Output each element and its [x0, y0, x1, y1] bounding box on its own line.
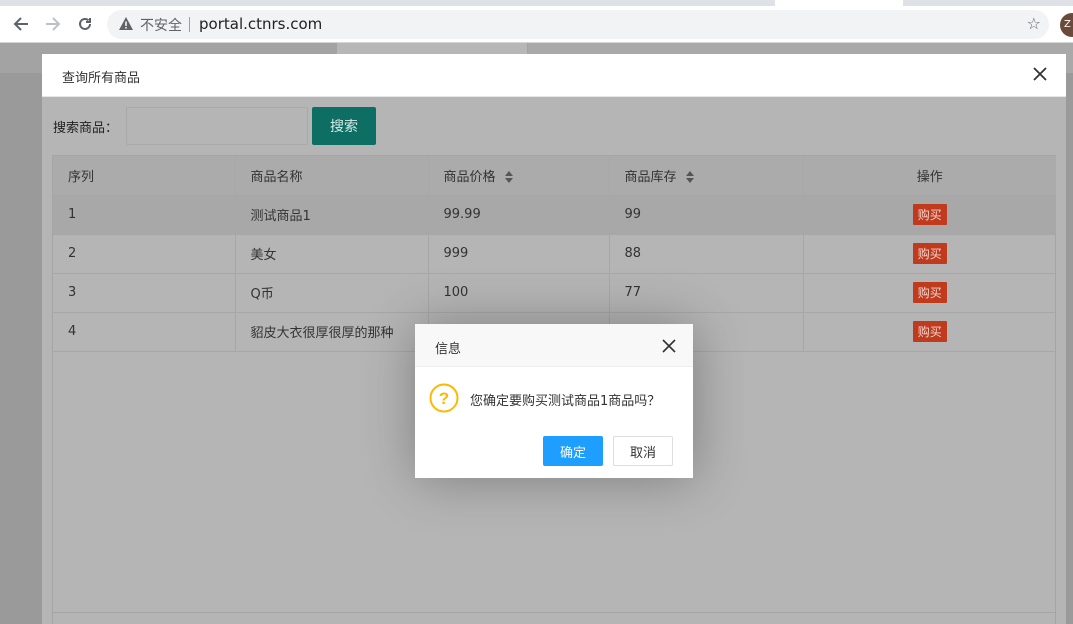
- cell-price: 99.99: [428, 195, 610, 235]
- dialog-title: 信息: [435, 342, 462, 357]
- cell-index: 3: [53, 273, 236, 313]
- cell-price: 999: [428, 234, 610, 274]
- dialog-header: 信息: [415, 324, 693, 367]
- security-label: 不安全: [140, 18, 182, 34]
- cell-index: 4: [53, 312, 236, 352]
- reload-icon[interactable]: [73, 12, 97, 36]
- cell-name: 貂皮大衣很厚很厚的那种: [235, 312, 429, 352]
- dialog-message: 您确定要购买测试商品1商品吗？: [470, 394, 661, 409]
- question-icon: ?: [429, 383, 459, 413]
- table-row: 1 测试商品1 99.99 99 购买: [53, 195, 1056, 235]
- cell-index: 1: [53, 195, 236, 235]
- url-text[interactable]: portal.ctnrs.com: [199, 15, 322, 33]
- confirm-dialog: 信息 ? 您确定要购买测试商品1商品吗？ 确定 取消: [415, 324, 693, 478]
- close-icon[interactable]: [1030, 64, 1050, 84]
- search-input[interactable]: [126, 107, 308, 145]
- cancel-button[interactable]: 取消: [613, 436, 673, 466]
- sort-icon[interactable]: [504, 171, 514, 184]
- column-header-index: 序列: [53, 156, 236, 196]
- forward-arrow-icon[interactable]: [41, 12, 65, 36]
- modal-header: 查询所有商品: [42, 54, 1066, 97]
- table-row: 2 美女 999 88 购买: [53, 234, 1056, 274]
- cell-stock: 77: [609, 273, 804, 313]
- cell-action: 购买: [803, 312, 1056, 352]
- pagination-divider: [53, 612, 1056, 613]
- buy-button[interactable]: 购买: [912, 243, 947, 264]
- sort-icon[interactable]: [685, 171, 695, 184]
- cell-stock: 88: [609, 234, 804, 274]
- back-arrow-icon[interactable]: [9, 12, 33, 36]
- cell-price: 100: [428, 273, 610, 313]
- buy-button[interactable]: 购买: [912, 204, 947, 225]
- search-button[interactable]: 搜索: [312, 107, 376, 145]
- modal-title: 查询所有商品: [62, 71, 141, 86]
- confirm-button[interactable]: 确定: [543, 436, 603, 466]
- svg-text:?: ?: [439, 389, 449, 408]
- column-header-action: 操作: [803, 156, 1056, 196]
- column-header-name: 商品名称: [235, 156, 429, 196]
- buy-button[interactable]: 购买: [912, 321, 947, 342]
- address-bar[interactable]: 不安全 portal.ctnrs.com ☆: [107, 10, 1049, 39]
- table-row: 3 Q币 100 77 购买: [53, 273, 1056, 313]
- cell-stock: 99: [609, 195, 804, 235]
- cell-action: 购买: [803, 195, 1056, 235]
- search-label: 搜索商品：: [53, 121, 119, 136]
- divider: [189, 17, 190, 32]
- table-header-row: 序列 商品名称 商品价格 商品库存 操作: [53, 156, 1056, 196]
- cell-name: 测试商品1: [235, 195, 429, 235]
- cell-action: 购买: [803, 273, 1056, 313]
- cell-name: 美女: [235, 234, 429, 274]
- cell-action: 购买: [803, 234, 1056, 274]
- warning-icon[interactable]: [118, 16, 134, 32]
- cell-index: 2: [53, 234, 236, 274]
- bookmark-star-icon[interactable]: ☆: [1027, 14, 1041, 33]
- column-header-stock[interactable]: 商品库存: [609, 156, 804, 196]
- column-header-price[interactable]: 商品价格: [428, 156, 610, 196]
- profile-avatar[interactable]: Z: [1060, 13, 1073, 37]
- browser-toolbar: 不安全 portal.ctnrs.com ☆ Z: [0, 6, 1073, 43]
- cell-name: Q币: [235, 273, 429, 313]
- close-icon[interactable]: [661, 338, 677, 354]
- buy-button[interactable]: 购买: [912, 282, 947, 303]
